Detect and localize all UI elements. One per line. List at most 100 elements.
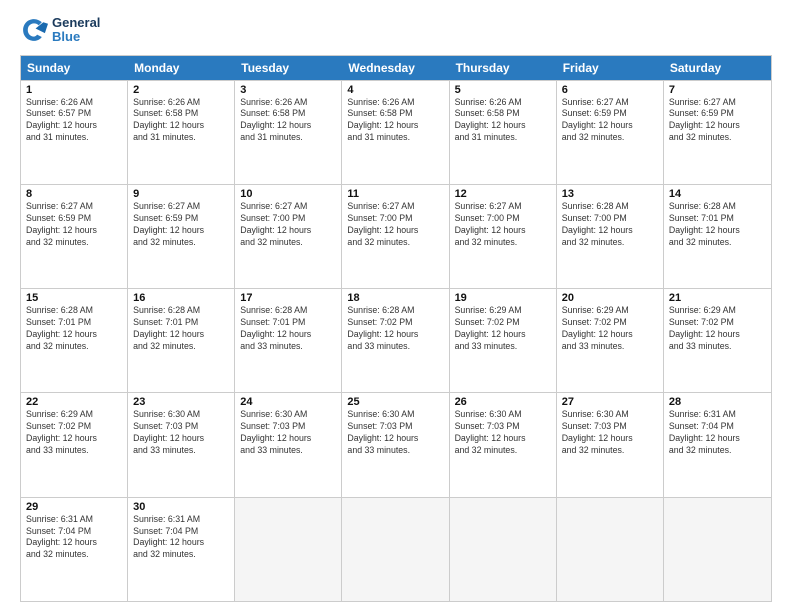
day-number: 8 bbox=[26, 188, 122, 200]
day-number: 15 bbox=[26, 292, 122, 304]
day-number: 10 bbox=[240, 188, 336, 200]
day-info: Sunrise: 6:31 AMSunset: 7:04 PMDaylight:… bbox=[26, 514, 122, 562]
day-info: Sunrise: 6:29 AMSunset: 7:02 PMDaylight:… bbox=[562, 305, 658, 353]
day-info: Sunrise: 6:30 AMSunset: 7:03 PMDaylight:… bbox=[347, 409, 443, 457]
day-info: Sunrise: 6:27 AMSunset: 7:00 PMDaylight:… bbox=[455, 201, 551, 249]
calendar-cell: 20Sunrise: 6:29 AMSunset: 7:02 PMDayligh… bbox=[557, 289, 664, 392]
dow-monday: Monday bbox=[128, 56, 235, 80]
day-info: Sunrise: 6:27 AMSunset: 7:00 PMDaylight:… bbox=[240, 201, 336, 249]
logo: General Blue bbox=[20, 16, 100, 45]
day-info: Sunrise: 6:29 AMSunset: 7:02 PMDaylight:… bbox=[669, 305, 766, 353]
day-number: 25 bbox=[347, 396, 443, 408]
calendar-cell: 29Sunrise: 6:31 AMSunset: 7:04 PMDayligh… bbox=[21, 498, 128, 601]
day-number: 24 bbox=[240, 396, 336, 408]
calendar-cell: 14Sunrise: 6:28 AMSunset: 7:01 PMDayligh… bbox=[664, 185, 771, 288]
day-info: Sunrise: 6:30 AMSunset: 7:03 PMDaylight:… bbox=[455, 409, 551, 457]
day-number: 1 bbox=[26, 84, 122, 96]
day-info: Sunrise: 6:30 AMSunset: 7:03 PMDaylight:… bbox=[562, 409, 658, 457]
calendar-cell: 11Sunrise: 6:27 AMSunset: 7:00 PMDayligh… bbox=[342, 185, 449, 288]
day-number: 19 bbox=[455, 292, 551, 304]
logo-text: General Blue bbox=[52, 16, 100, 45]
day-info: Sunrise: 6:29 AMSunset: 7:02 PMDaylight:… bbox=[455, 305, 551, 353]
calendar-cell: 24Sunrise: 6:30 AMSunset: 7:03 PMDayligh… bbox=[235, 393, 342, 496]
day-number: 14 bbox=[669, 188, 766, 200]
dow-friday: Friday bbox=[557, 56, 664, 80]
calendar-row: 22Sunrise: 6:29 AMSunset: 7:02 PMDayligh… bbox=[21, 392, 771, 496]
day-number: 6 bbox=[562, 84, 658, 96]
calendar-cell: 9Sunrise: 6:27 AMSunset: 6:59 PMDaylight… bbox=[128, 185, 235, 288]
day-number: 13 bbox=[562, 188, 658, 200]
calendar-row: 29Sunrise: 6:31 AMSunset: 7:04 PMDayligh… bbox=[21, 497, 771, 601]
day-info: Sunrise: 6:28 AMSunset: 7:01 PMDaylight:… bbox=[26, 305, 122, 353]
day-info: Sunrise: 6:27 AMSunset: 7:00 PMDaylight:… bbox=[347, 201, 443, 249]
day-info: Sunrise: 6:31 AMSunset: 7:04 PMDaylight:… bbox=[669, 409, 766, 457]
day-info: Sunrise: 6:26 AMSunset: 6:58 PMDaylight:… bbox=[133, 97, 229, 145]
calendar-cell: 26Sunrise: 6:30 AMSunset: 7:03 PMDayligh… bbox=[450, 393, 557, 496]
day-number: 3 bbox=[240, 84, 336, 96]
day-number: 16 bbox=[133, 292, 229, 304]
dow-wednesday: Wednesday bbox=[342, 56, 449, 80]
day-number: 28 bbox=[669, 396, 766, 408]
day-number: 4 bbox=[347, 84, 443, 96]
day-number: 18 bbox=[347, 292, 443, 304]
day-info: Sunrise: 6:29 AMSunset: 7:02 PMDaylight:… bbox=[26, 409, 122, 457]
calendar-cell: 2Sunrise: 6:26 AMSunset: 6:58 PMDaylight… bbox=[128, 81, 235, 184]
day-info: Sunrise: 6:30 AMSunset: 7:03 PMDaylight:… bbox=[133, 409, 229, 457]
calendar-row: 8Sunrise: 6:27 AMSunset: 6:59 PMDaylight… bbox=[21, 184, 771, 288]
calendar-cell: 30Sunrise: 6:31 AMSunset: 7:04 PMDayligh… bbox=[128, 498, 235, 601]
day-info: Sunrise: 6:28 AMSunset: 7:00 PMDaylight:… bbox=[562, 201, 658, 249]
calendar-cell: 21Sunrise: 6:29 AMSunset: 7:02 PMDayligh… bbox=[664, 289, 771, 392]
day-info: Sunrise: 6:30 AMSunset: 7:03 PMDaylight:… bbox=[240, 409, 336, 457]
calendar-cell: 27Sunrise: 6:30 AMSunset: 7:03 PMDayligh… bbox=[557, 393, 664, 496]
page: General Blue Sunday Monday Tuesday Wedne… bbox=[0, 0, 792, 612]
dow-sunday: Sunday bbox=[21, 56, 128, 80]
calendar-cell: 7Sunrise: 6:27 AMSunset: 6:59 PMDaylight… bbox=[664, 81, 771, 184]
day-number: 5 bbox=[455, 84, 551, 96]
calendar: Sunday Monday Tuesday Wednesday Thursday… bbox=[20, 55, 772, 602]
calendar-cell bbox=[557, 498, 664, 601]
dow-saturday: Saturday bbox=[664, 56, 771, 80]
day-number: 23 bbox=[133, 396, 229, 408]
calendar-row: 1Sunrise: 6:26 AMSunset: 6:57 PMDaylight… bbox=[21, 80, 771, 184]
calendar-header: Sunday Monday Tuesday Wednesday Thursday… bbox=[21, 56, 771, 80]
day-info: Sunrise: 6:28 AMSunset: 7:01 PMDaylight:… bbox=[133, 305, 229, 353]
calendar-body: 1Sunrise: 6:26 AMSunset: 6:57 PMDaylight… bbox=[21, 80, 771, 601]
day-number: 22 bbox=[26, 396, 122, 408]
calendar-cell: 18Sunrise: 6:28 AMSunset: 7:02 PMDayligh… bbox=[342, 289, 449, 392]
calendar-cell bbox=[235, 498, 342, 601]
day-number: 30 bbox=[133, 501, 229, 513]
day-number: 26 bbox=[455, 396, 551, 408]
day-info: Sunrise: 6:28 AMSunset: 7:02 PMDaylight:… bbox=[347, 305, 443, 353]
logo-icon bbox=[20, 16, 48, 44]
calendar-cell: 19Sunrise: 6:29 AMSunset: 7:02 PMDayligh… bbox=[450, 289, 557, 392]
day-info: Sunrise: 6:28 AMSunset: 7:01 PMDaylight:… bbox=[669, 201, 766, 249]
day-info: Sunrise: 6:27 AMSunset: 6:59 PMDaylight:… bbox=[26, 201, 122, 249]
header: General Blue bbox=[20, 16, 772, 45]
day-number: 17 bbox=[240, 292, 336, 304]
day-number: 2 bbox=[133, 84, 229, 96]
day-info: Sunrise: 6:27 AMSunset: 6:59 PMDaylight:… bbox=[562, 97, 658, 145]
calendar-cell: 5Sunrise: 6:26 AMSunset: 6:58 PMDaylight… bbox=[450, 81, 557, 184]
calendar-cell bbox=[450, 498, 557, 601]
day-info: Sunrise: 6:31 AMSunset: 7:04 PMDaylight:… bbox=[133, 514, 229, 562]
calendar-cell: 10Sunrise: 6:27 AMSunset: 7:00 PMDayligh… bbox=[235, 185, 342, 288]
dow-tuesday: Tuesday bbox=[235, 56, 342, 80]
calendar-cell: 28Sunrise: 6:31 AMSunset: 7:04 PMDayligh… bbox=[664, 393, 771, 496]
day-number: 29 bbox=[26, 501, 122, 513]
calendar-cell: 16Sunrise: 6:28 AMSunset: 7:01 PMDayligh… bbox=[128, 289, 235, 392]
calendar-cell: 22Sunrise: 6:29 AMSunset: 7:02 PMDayligh… bbox=[21, 393, 128, 496]
calendar-cell: 1Sunrise: 6:26 AMSunset: 6:57 PMDaylight… bbox=[21, 81, 128, 184]
calendar-cell: 23Sunrise: 6:30 AMSunset: 7:03 PMDayligh… bbox=[128, 393, 235, 496]
day-number: 12 bbox=[455, 188, 551, 200]
day-number: 27 bbox=[562, 396, 658, 408]
day-number: 20 bbox=[562, 292, 658, 304]
day-info: Sunrise: 6:27 AMSunset: 6:59 PMDaylight:… bbox=[669, 97, 766, 145]
calendar-cell: 15Sunrise: 6:28 AMSunset: 7:01 PMDayligh… bbox=[21, 289, 128, 392]
day-info: Sunrise: 6:26 AMSunset: 6:57 PMDaylight:… bbox=[26, 97, 122, 145]
day-number: 11 bbox=[347, 188, 443, 200]
day-number: 21 bbox=[669, 292, 766, 304]
calendar-cell: 25Sunrise: 6:30 AMSunset: 7:03 PMDayligh… bbox=[342, 393, 449, 496]
calendar-cell: 8Sunrise: 6:27 AMSunset: 6:59 PMDaylight… bbox=[21, 185, 128, 288]
day-number: 7 bbox=[669, 84, 766, 96]
calendar-row: 15Sunrise: 6:28 AMSunset: 7:01 PMDayligh… bbox=[21, 288, 771, 392]
